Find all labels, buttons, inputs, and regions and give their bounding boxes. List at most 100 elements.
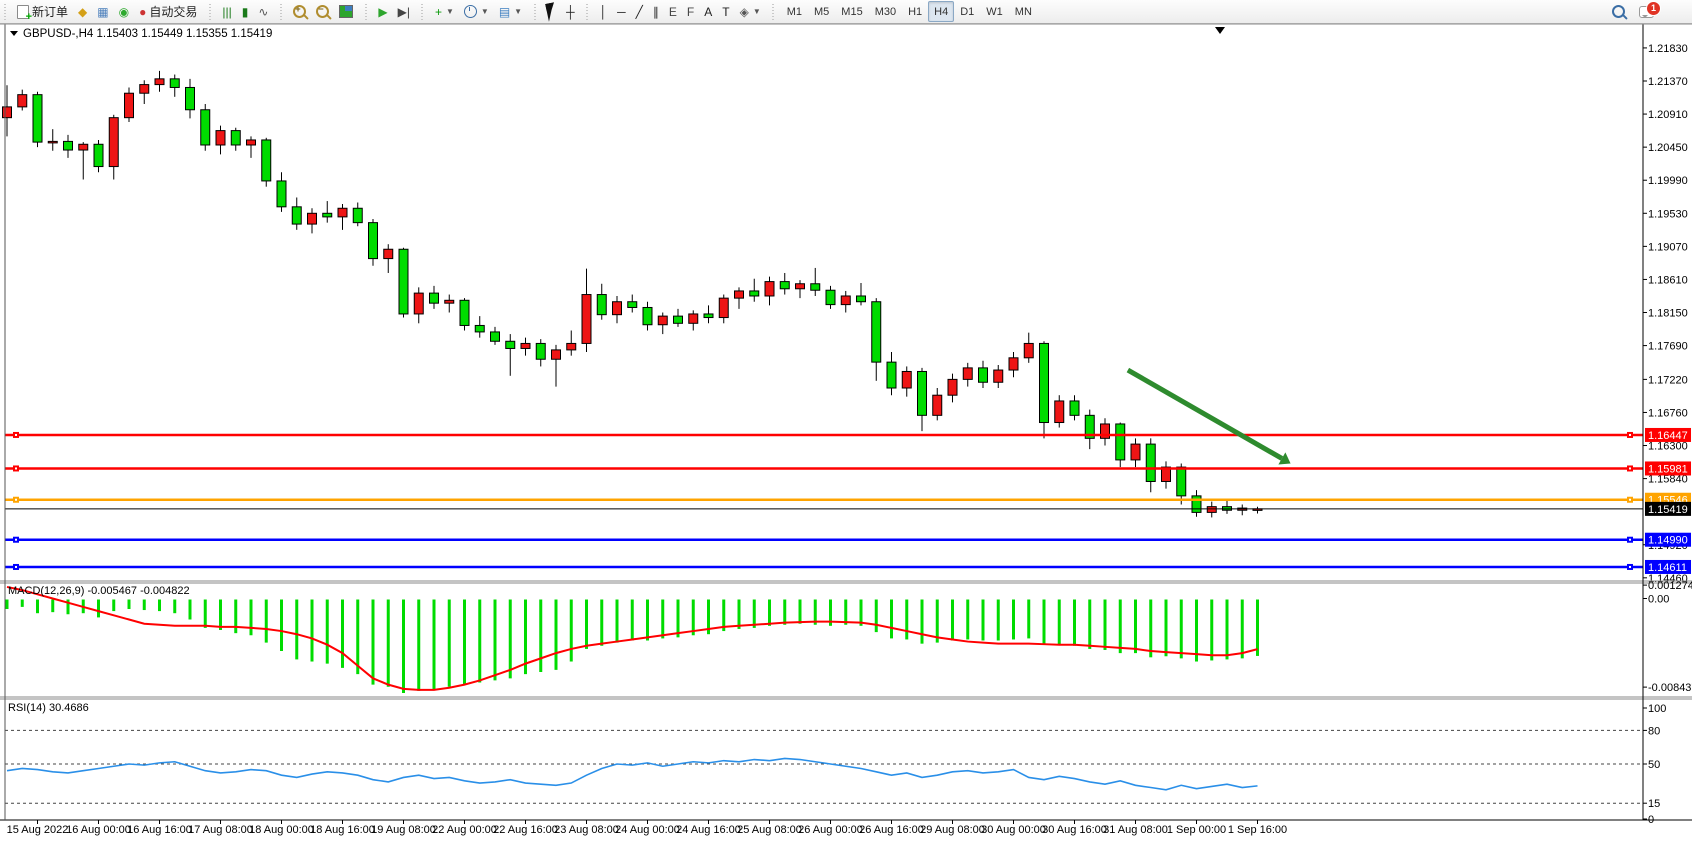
candle — [369, 223, 378, 259]
tf-m5-button[interactable]: M5 — [808, 1, 835, 22]
toolbar-grip — [771, 4, 776, 20]
candle — [491, 332, 500, 341]
macd-label: MACD(12,26,9) -0.005467 -0.004822 — [8, 585, 190, 597]
candle — [460, 300, 469, 325]
crosshair-button[interactable]: ┼ — [561, 1, 580, 22]
candle — [1131, 444, 1140, 460]
channel-icon: ∥ — [653, 6, 659, 18]
autotrade-button-label: 自动交易 — [149, 3, 197, 20]
candle — [1024, 343, 1033, 357]
candle — [1040, 343, 1049, 422]
auto-scroll-button[interactable]: ▶ — [373, 1, 392, 22]
auto-scroll-icon: ▶ — [378, 6, 387, 18]
candle — [948, 379, 957, 395]
shapes-button[interactable]: ◈▼ — [735, 1, 766, 22]
horizontal-line-button[interactable]: ─ — [612, 1, 631, 22]
tile-windows-button[interactable] — [334, 1, 358, 22]
signals-icon[interactable]: ◉ — [114, 1, 134, 22]
text-button[interactable]: A — [699, 1, 717, 22]
toolbar-group-scroll: ▶ ▶| — [370, 0, 418, 23]
new-order-button[interactable]: 新订单 — [12, 1, 73, 22]
chart-shift-button[interactable]: ▶| — [393, 1, 415, 22]
candle — [613, 302, 622, 315]
channel-button[interactable]: ∥ — [648, 1, 664, 22]
time-axis-label: 18 Aug 00:00 — [249, 824, 314, 836]
time-axis-label: 29 Aug 08:00 — [920, 824, 985, 836]
label-button[interactable]: T — [717, 1, 734, 22]
line-icon: ∿ — [258, 6, 268, 18]
tf-d1-button[interactable]: D1 — [954, 1, 980, 22]
line-chart-button[interactable]: ∿ — [253, 1, 273, 22]
rsi-axis-label: 15 — [1648, 798, 1660, 810]
support-blue-1-handle-dot — [15, 539, 17, 541]
tf-m30-button[interactable]: M30 — [869, 1, 902, 22]
tf-m1-button-label: M1 — [787, 6, 802, 18]
candle — [338, 208, 347, 217]
tf-w1-button-label: W1 — [986, 6, 1003, 18]
price-tick-label: 1.16760 — [1648, 407, 1688, 419]
toolbar-group-chart-types: ||| ▮ ∿ — [214, 0, 276, 23]
resistance-2-handle-dot — [1629, 467, 1631, 469]
indicators-button[interactable]: +▼ — [430, 1, 459, 22]
deposit-icon[interactable]: ◆ — [73, 1, 92, 22]
tf-h1-button[interactable]: H1 — [902, 1, 928, 22]
tf-h4-button[interactable]: H4 — [928, 1, 954, 22]
candle — [811, 284, 820, 290]
candle — [384, 249, 393, 258]
bar-chart-button[interactable]: ||| — [217, 1, 236, 22]
signal-icon: ◉ — [119, 6, 129, 18]
tf-h4-button-label: H4 — [934, 6, 948, 18]
tf-mn-button[interactable]: MN — [1009, 1, 1038, 22]
zoom-out-button[interactable]: − — [311, 1, 334, 22]
trendline-button[interactable]: ╱ — [631, 1, 648, 22]
candle — [3, 107, 12, 118]
autotrade-button[interactable]: ●自动交易 — [134, 1, 202, 22]
candle — [933, 395, 942, 415]
candle — [353, 208, 362, 222]
chat-bubble-icon[interactable]: 1 — [1639, 6, 1654, 18]
time-axis-label: 1 Sep 16:00 — [1228, 824, 1287, 836]
candle — [414, 293, 423, 314]
equidistant-channel-button[interactable]: E — [664, 1, 682, 22]
time-axis-label: 26 Aug 00:00 — [798, 824, 863, 836]
toolbar-group-insert: +▼▼▤▼ — [427, 0, 530, 23]
time-axis-label: 19 Aug 08:00 — [371, 824, 436, 836]
time-axis-label: 30 Aug 16:00 — [1042, 824, 1107, 836]
tf-m1-button[interactable]: M1 — [781, 1, 808, 22]
periods-button[interactable]: ▼ — [459, 1, 494, 22]
fibonacci-button[interactable]: F — [682, 1, 699, 22]
magnifier-icon[interactable] — [1612, 5, 1625, 18]
templates-button[interactable]: ▤▼ — [494, 1, 527, 22]
price-tick-label: 1.16300 — [1648, 441, 1688, 453]
candle — [48, 141, 57, 143]
candle — [872, 302, 881, 362]
label-icon: T — [722, 6, 729, 18]
cursor-button[interactable] — [542, 1, 561, 22]
time-axis-label: 26 Aug 16:00 — [859, 824, 924, 836]
candle — [94, 144, 103, 166]
hline-icon: ─ — [617, 6, 626, 18]
tf-w1-button[interactable]: W1 — [980, 1, 1009, 22]
zoom-in-button[interactable]: + — [288, 1, 311, 22]
candle — [643, 307, 652, 324]
candle — [262, 140, 271, 181]
chart-window-icon[interactable]: ▦ — [92, 1, 113, 22]
candle — [64, 141, 73, 150]
support-orange-handle-dot — [15, 499, 17, 501]
vertical-line-button[interactable]: │ — [595, 1, 613, 22]
candle — [1055, 401, 1064, 423]
price-tick-label: 1.19990 — [1648, 175, 1688, 187]
time-axis-label: 31 Aug 08:00 — [1103, 824, 1168, 836]
candle — [125, 93, 134, 117]
candles-icon: ▮ — [242, 6, 249, 18]
candle — [582, 295, 591, 344]
candle — [597, 295, 606, 315]
candle — [887, 362, 896, 388]
support-blue-2-price-text: 1.14611 — [1648, 562, 1687, 574]
support-orange-handle-dot — [1629, 499, 1631, 501]
candle — [567, 343, 576, 349]
toolbar-grip — [420, 4, 425, 20]
chart-canvas: 1.218301.213701.209101.204501.199901.195… — [0, 24, 1692, 846]
candlestick-button[interactable]: ▮ — [237, 1, 254, 22]
tf-m15-button[interactable]: M15 — [835, 1, 868, 22]
